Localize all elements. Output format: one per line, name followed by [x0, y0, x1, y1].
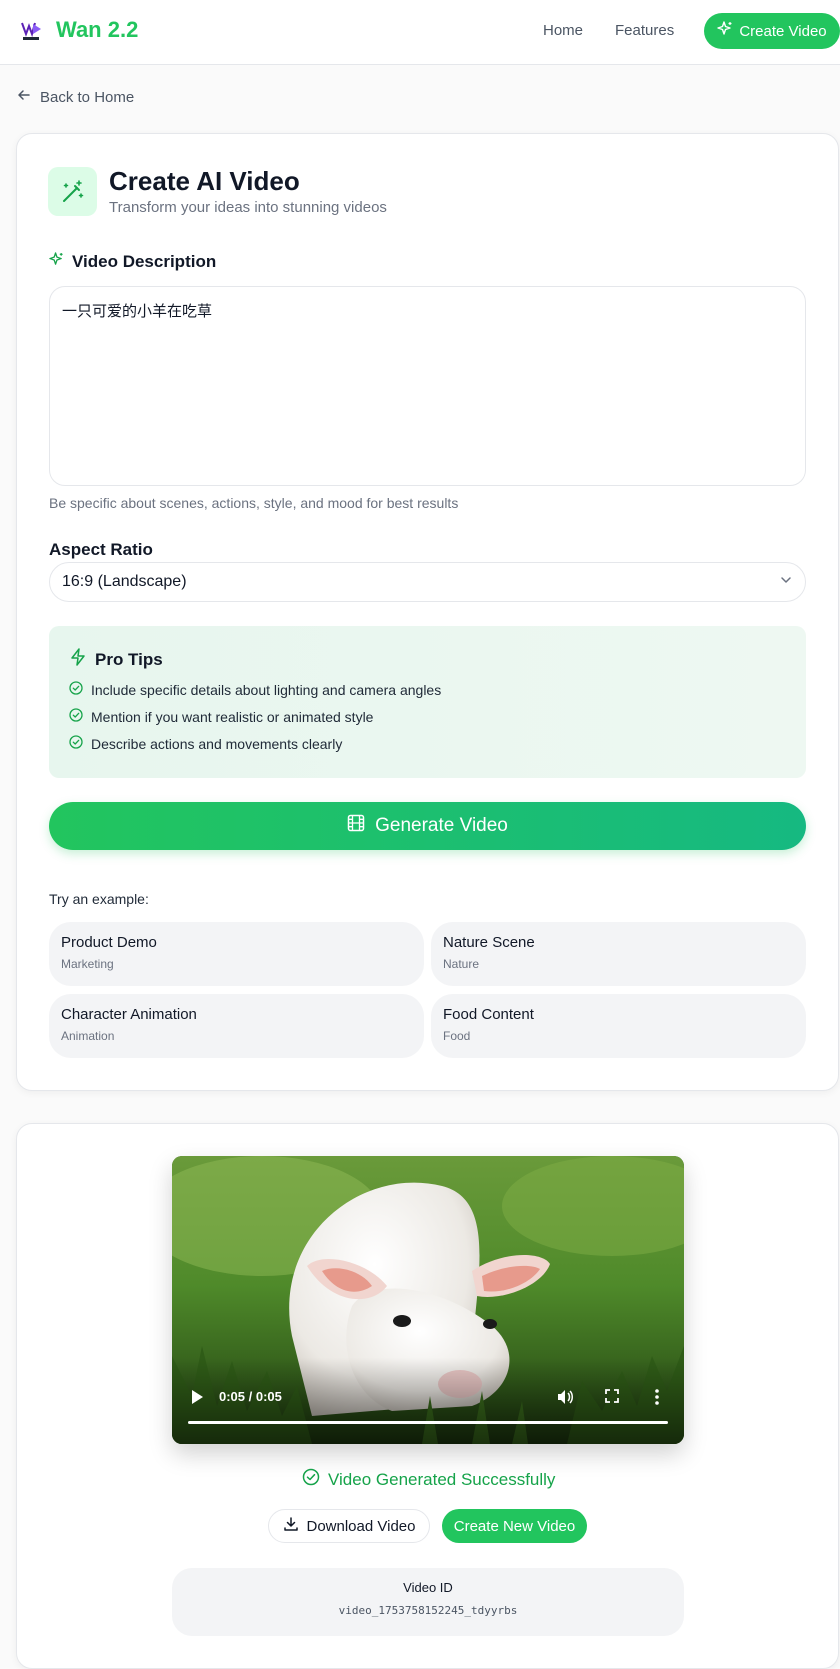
fullscreen-icon[interactable]	[604, 1388, 620, 1409]
video-description-input[interactable]: 一只可爱的小羊在吃草	[49, 286, 806, 486]
example-tag: Nature	[443, 957, 480, 971]
tip-item: Include specific details about lighting …	[69, 681, 441, 698]
video-id-value: video_1753758152245_tdyyrbs	[338, 1604, 518, 1617]
tip-text: Describe actions and movements clearly	[91, 735, 343, 752]
example-character-animation[interactable]: Character Animation Animation	[49, 994, 424, 1058]
example-tag: Marketing	[61, 957, 114, 971]
video-progress-bar[interactable]	[188, 1421, 668, 1424]
download-video-button[interactable]: Download Video	[268, 1509, 430, 1543]
play-icon[interactable]	[190, 1389, 204, 1410]
example-tag: Food	[443, 1029, 471, 1043]
page-title: Create AI Video	[109, 166, 300, 196]
check-circle-icon	[69, 708, 83, 725]
tip-item: Describe actions and movements clearly	[69, 735, 342, 752]
video-player[interactable]: 0:05 / 0:05	[172, 1156, 684, 1444]
more-options-icon[interactable]	[654, 1388, 660, 1411]
generate-video-button[interactable]: Generate Video	[49, 802, 806, 850]
check-circle-icon	[69, 735, 83, 752]
example-food-content[interactable]: Food Content Food	[431, 994, 806, 1058]
description-hint: Be specific about scenes, actions, style…	[49, 495, 459, 511]
chevron-down-icon	[779, 573, 793, 592]
video-time: 0:05 / 0:05	[219, 1389, 282, 1404]
check-circle-icon	[69, 681, 83, 698]
film-icon	[347, 814, 365, 838]
tip-item: Mention if you want realistic or animate…	[69, 708, 373, 725]
back-to-home-link[interactable]: Back to Home	[17, 88, 134, 106]
aspect-ratio-select[interactable]: 16:9 (Landscape)	[49, 562, 806, 602]
create-new-video-button[interactable]: Create New Video	[442, 1509, 587, 1543]
video-id-box: Video ID video_1753758152245_tdyyrbs	[172, 1568, 684, 1636]
sparkles-icon	[49, 252, 64, 272]
download-icon	[283, 1516, 299, 1536]
back-to-home-label: Back to Home	[40, 88, 135, 106]
create-video-button[interactable]: Create Video	[704, 13, 840, 49]
example-title: Food Content	[443, 1006, 534, 1023]
video-description-text: Video Description	[72, 252, 217, 271]
success-text: Video Generated Successfully	[328, 1469, 556, 1489]
check-circle-icon	[302, 1468, 320, 1491]
example-tag: Animation	[61, 1029, 115, 1043]
nav-features-link[interactable]: Features	[615, 22, 674, 39]
aspect-ratio-label: Aspect Ratio	[49, 540, 153, 559]
logo-icon[interactable]	[20, 19, 44, 43]
create-video-label: Create Video	[739, 22, 827, 40]
success-message: Video Generated Successfully	[302, 1468, 555, 1491]
tip-text: Mention if you want realistic or animate…	[91, 708, 374, 725]
example-title: Product Demo	[61, 934, 157, 951]
magic-wand-icon	[48, 167, 97, 216]
lightning-icon	[69, 648, 87, 671]
arrow-left-icon	[17, 88, 31, 106]
download-video-label: Download Video	[306, 1517, 416, 1535]
example-title: Nature Scene	[443, 934, 535, 951]
pro-tips-title-text: Pro Tips	[95, 649, 163, 669]
page-subtitle: Transform your ideas into stunning video…	[109, 199, 387, 216]
examples-label: Try an example:	[49, 891, 149, 907]
example-product-demo[interactable]: Product Demo Marketing	[49, 922, 424, 986]
logo-text[interactable]: Wan 2.2	[56, 17, 138, 43]
volume-icon[interactable]	[556, 1388, 574, 1411]
nav-home-link[interactable]: Home	[543, 22, 583, 39]
pro-tips-title: Pro Tips	[69, 648, 163, 671]
pro-tips-box: Pro Tips Include specific details about …	[49, 626, 806, 778]
video-description-label: Video Description	[49, 252, 216, 272]
tip-text: Include specific details about lighting …	[91, 681, 442, 698]
video-id-label: Video ID	[403, 1580, 453, 1595]
example-nature-scene[interactable]: Nature Scene Nature	[431, 922, 806, 986]
aspect-ratio-value: 16:9 (Landscape)	[62, 573, 187, 590]
generate-video-label: Generate Video	[375, 815, 508, 836]
top-header: Wan 2.2 Home Features Create Video	[0, 0, 840, 65]
example-title: Character Animation	[61, 1006, 197, 1023]
sparkles-icon	[717, 21, 733, 41]
